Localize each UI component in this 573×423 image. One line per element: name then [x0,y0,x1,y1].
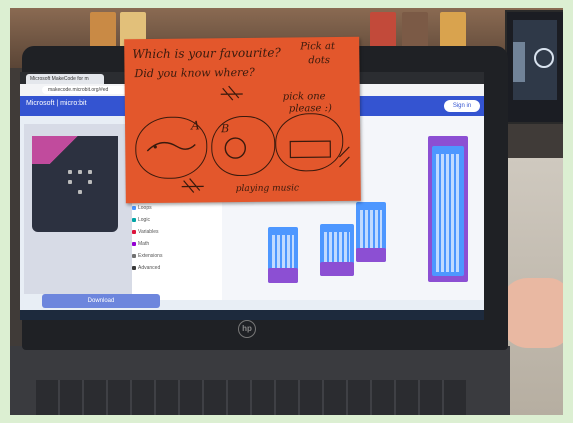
toolbox-item[interactable]: Loops [138,205,152,211]
browser-tab[interactable]: Microsoft MakeCode for m [26,74,104,84]
code-block[interactable] [432,146,464,276]
background-monitor [505,10,563,124]
toolbox-dot-icon [132,254,136,258]
makecode-brand: Microsoft | micro:bit [26,100,87,107]
sign-in-button[interactable]: Sign in [444,100,480,112]
sticky-note: Which is your favourite? Did you know wh… [124,36,361,204]
download-button[interactable]: Download [42,294,160,308]
toolbox-item[interactable]: Math [138,241,149,247]
background-monitor-sidebar [513,42,525,82]
scribble-doodle [338,146,350,168]
led-icon [68,170,72,174]
student-hand [500,278,563,348]
code-block[interactable] [268,268,298,283]
code-block[interactable] [320,262,354,276]
led-icon [78,170,82,174]
led-icon [78,190,82,194]
laptop-keyboard [36,380,466,415]
toolbox-item[interactable]: Extensions [138,253,162,259]
toolbox-dot-icon [132,218,136,222]
toolbox-item[interactable]: Advanced [138,265,160,271]
toolbox-item[interactable]: Variables [138,229,158,235]
block-toolbox [132,196,222,300]
toolbox-dot-icon [132,206,136,210]
toolbox-item[interactable]: Logic [138,217,150,223]
toolbox-dot-icon [132,266,136,270]
hash-doodle [220,85,243,101]
toolbox-dot-icon [132,242,136,246]
hash-doodle [181,178,204,193]
led-icon [68,180,72,184]
play-icon [534,48,554,68]
photo-frame: hp Microsoft MakeCode for m makecode.mic… [10,8,563,415]
laptop-logo-icon: hp [238,320,256,338]
microbit-simulator[interactable] [32,136,118,232]
toolbox-dot-icon [132,230,136,234]
face-doodle [224,137,246,159]
note-doodles [146,85,350,193]
microbit-accent [32,136,118,164]
box-doodle [289,140,331,159]
led-icon [88,180,92,184]
code-block[interactable] [356,248,386,262]
windows-taskbar [20,310,484,320]
led-icon [88,170,92,174]
